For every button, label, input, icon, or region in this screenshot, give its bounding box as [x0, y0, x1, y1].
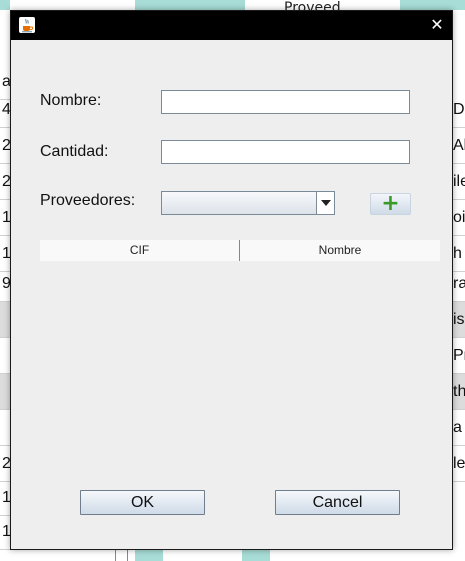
background-row: 1: [0, 480, 10, 516]
cantidad-field[interactable]: [161, 140, 410, 164]
background-row: 2: [0, 128, 10, 164]
background-row: 9: [0, 266, 10, 302]
background-row: ile: [453, 164, 465, 200]
background-row: [0, 374, 10, 410]
table-column-nombre[interactable]: Nombre: [240, 240, 440, 261]
background-divider: [115, 550, 116, 561]
background-left-column: ar 4 2 2 1 1 9 2 1 1: [0, 0, 10, 561]
background-row: [0, 302, 10, 338]
background-row: 2: [0, 164, 10, 200]
java-cup-icon: [19, 17, 35, 33]
background-divider: [127, 550, 128, 561]
background-row: 1: [0, 200, 10, 236]
add-proveedor-button[interactable]: +: [370, 191, 411, 216]
cantidad-label: Cantidad:: [40, 143, 109, 160]
background-row: is: [453, 302, 465, 338]
nombre-label: Nombre:: [40, 92, 102, 109]
background-header-band: [135, 0, 245, 10]
background-row: Al: [453, 128, 465, 164]
background-bottom-strip: [0, 550, 465, 561]
background-row: 2: [0, 446, 10, 482]
plus-icon: +: [381, 191, 400, 216]
background-teal-cell: [242, 550, 270, 561]
background-row: [0, 338, 10, 374]
nombre-field[interactable]: [161, 90, 410, 114]
dropdown-arrow-button[interactable]: [316, 192, 334, 214]
background-row: ra: [453, 266, 465, 302]
proveedores-dropdown[interactable]: [161, 191, 335, 215]
chevron-down-icon: [321, 200, 331, 206]
background-row: a: [453, 410, 465, 446]
background-right-column: De Al ile oi h ra is Pr th a le: [453, 0, 465, 561]
background-row: 4: [0, 92, 10, 128]
background-row: 1: [0, 514, 10, 550]
background-row: Pr: [453, 338, 465, 374]
dialog-titlebar[interactable]: ✕: [11, 11, 452, 40]
add-product-dialog: ✕ Nombre: Cantidad: Proveedores: + CIF N…: [10, 10, 453, 550]
background-row: th: [453, 374, 465, 410]
background-row: De: [453, 92, 465, 128]
ok-button[interactable]: OK: [80, 490, 205, 515]
proveedores-table-header: CIF Nombre: [40, 240, 440, 261]
proveedores-label: Proveedores:: [40, 192, 136, 209]
background-row: le: [453, 446, 465, 482]
close-icon[interactable]: ✕: [428, 16, 446, 34]
cancel-button[interactable]: Cancel: [275, 490, 400, 515]
background-row: [0, 410, 10, 446]
table-column-cif[interactable]: CIF: [40, 240, 240, 261]
background-teal-cell: [135, 550, 163, 561]
background-row: oi: [453, 200, 465, 236]
